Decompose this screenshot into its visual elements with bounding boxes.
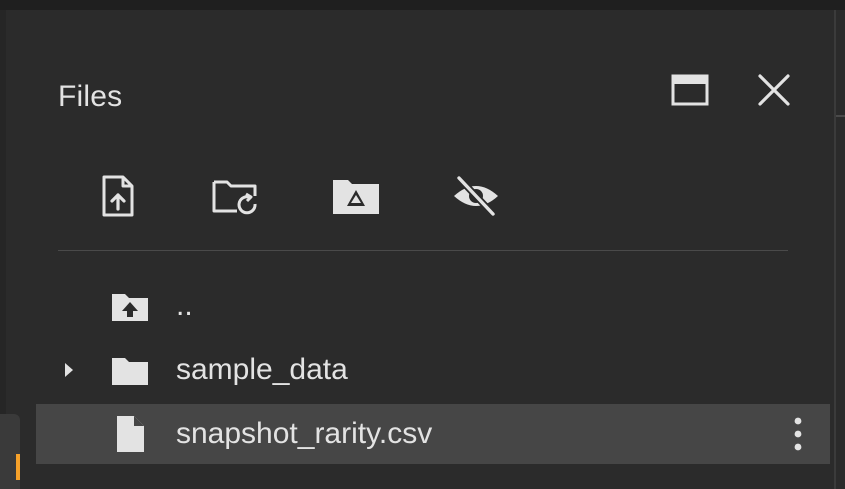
refresh-folder-button[interactable] [210,170,262,222]
mount-drive-button[interactable] [330,170,382,222]
tree-item-label: sample_data [176,353,348,386]
more-options-icon[interactable] [786,412,810,456]
left-tab-accent [16,454,20,480]
tree-item-snapshot-rarity[interactable]: snapshot_rarity.csv [36,404,830,464]
close-icon [758,74,790,106]
drive-folder-icon [333,180,379,214]
eye-off-icon [454,175,498,217]
folder-up-icon [110,286,150,326]
tree-item-sample-data[interactable]: sample_data [36,340,830,400]
top-window-strip [0,0,845,10]
panel-title: Files [58,80,123,113]
divider-tick [836,115,845,117]
toolbar-separator [58,250,788,251]
tree-item-label: snapshot_rarity.csv [176,417,433,450]
tree-item-label: .. [176,289,193,322]
folder-icon [110,350,150,390]
file-upload-icon [102,175,134,217]
toggle-hidden-files-button[interactable] [450,170,502,222]
tab-window-icon [671,74,709,106]
chevron-right-icon[interactable] [62,360,76,380]
upload-file-button[interactable] [92,170,144,222]
panel-resize-divider[interactable] [834,10,836,489]
folder-refresh-icon [212,180,257,215]
file-icon [110,414,150,454]
tree-item-parent-folder[interactable]: .. [36,276,830,336]
move-to-tab-button[interactable] [668,68,712,112]
close-panel-button[interactable] [752,68,796,112]
